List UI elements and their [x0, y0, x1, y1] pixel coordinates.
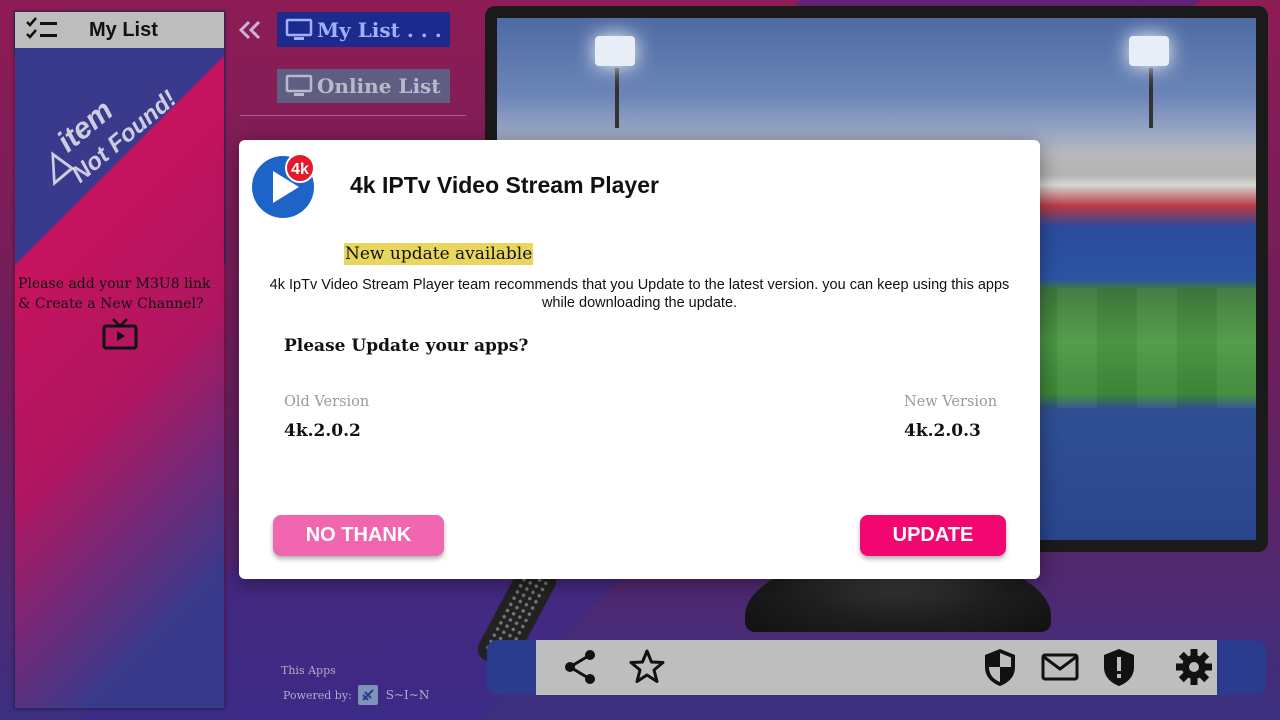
checklist-icon	[26, 17, 57, 39]
tab-my-list[interactable]: My List . . .	[277, 12, 450, 47]
satellite-icon	[357, 685, 378, 705]
update-description: 4k IpTv Video Stream Player team recomme…	[269, 277, 1010, 311]
floodlight	[1129, 36, 1169, 66]
live-tv-icon[interactable]	[102, 317, 138, 351]
star-icon[interactable]	[627, 647, 667, 687]
new-version-value: 4k.2.0.3	[904, 421, 981, 441]
item-not-found-watermark: △ item Not Found!	[32, 85, 182, 189]
monitor-icon	[285, 74, 313, 96]
new-version-label: New Version	[904, 394, 998, 410]
app-logo-icon: 4k	[252, 153, 315, 218]
powered-line2: Powered by:	[283, 688, 352, 702]
gear-icon[interactable]	[1174, 647, 1214, 687]
monitor-icon	[285, 18, 313, 40]
my-list-title: My List	[89, 18, 158, 41]
powered-line1: This Apps	[281, 664, 336, 677]
tab-my-list-label: My List . . .	[317, 17, 442, 42]
brand-name: S~I~N	[385, 688, 430, 702]
mail-icon[interactable]	[1040, 647, 1080, 687]
my-list-header: My List	[15, 12, 224, 48]
update-dialog: 4k 4k IPTv Video Stream Player New updat…	[239, 140, 1040, 579]
no-thank-button[interactable]: NO THANK	[273, 515, 444, 556]
alert-shield-icon[interactable]	[1099, 647, 1139, 687]
update-available-tag: New update available	[344, 243, 534, 265]
powered-by: This Apps Powered by: S~I~N	[281, 664, 429, 705]
share-icon[interactable]	[560, 647, 600, 687]
nav-divider	[240, 115, 466, 116]
shield-icon[interactable]	[980, 647, 1020, 687]
floodlight	[595, 36, 635, 66]
my-list-panel: My List △ item Not Found! Please add you…	[14, 11, 225, 709]
old-version-label: Old Version	[284, 394, 370, 410]
tab-online-list[interactable]: Online List	[277, 69, 450, 103]
collapse-chevron-icon[interactable]	[236, 16, 264, 44]
update-question: Please Update your apps?	[284, 336, 529, 356]
logo-badge: 4k	[291, 161, 309, 178]
app-name: 4k IPTv Video Stream Player	[350, 172, 659, 198]
update-button[interactable]: UPDATE	[860, 515, 1006, 556]
tab-online-list-label: Online List	[317, 74, 441, 98]
old-version-value: 4k.2.0.2	[284, 421, 361, 441]
empty-list-message: Please add your M3U8 link & Create a New…	[18, 276, 211, 312]
